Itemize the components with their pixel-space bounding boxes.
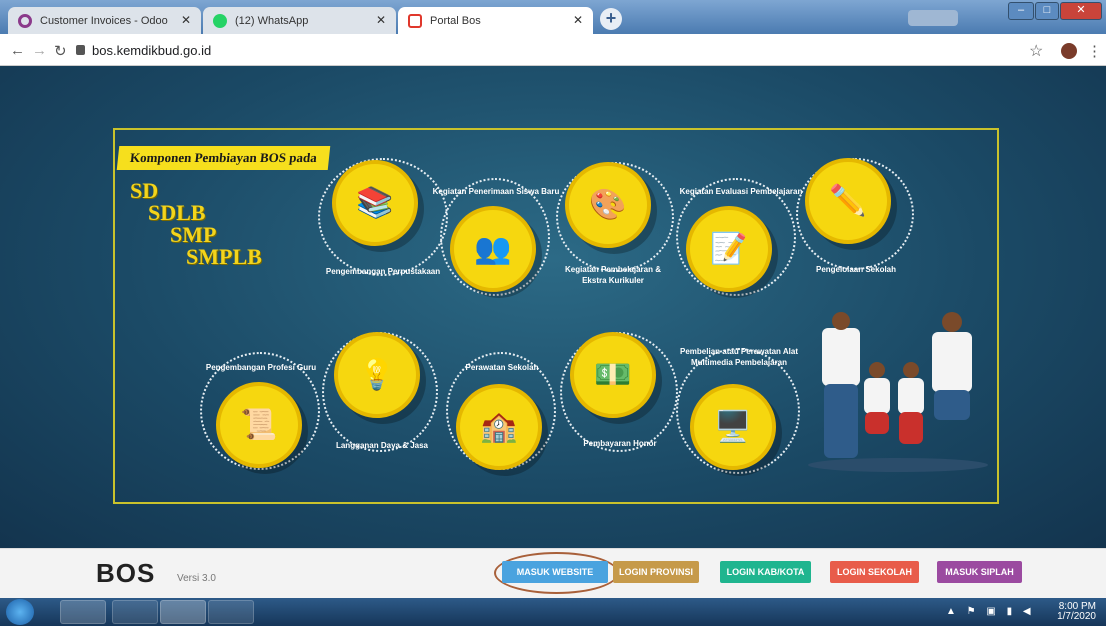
clock[interactable]: 8:00 PM 1/7/2020 <box>1057 602 1096 622</box>
student-figure <box>824 384 858 458</box>
computer-icon: 🖥️ <box>714 410 752 444</box>
item-circle: 🏫 <box>456 384 542 470</box>
item-circle: 📝 <box>686 206 772 292</box>
close-icon[interactable]: ✕ <box>573 13 583 27</box>
bos-logo: BOS <box>96 558 155 589</box>
tab-label: Portal Bos <box>430 14 481 27</box>
page-banner-area: Komponen Pembiayan BOS pada SD SDLB SMP … <box>0 66 1106 548</box>
item-circle: 💡 <box>334 332 420 418</box>
item-label: Pembayaran Honor <box>583 439 657 448</box>
browser-tab-bar: Customer Invoices - Odoo ✕ (12) WhatsApp… <box>0 0 1106 34</box>
maximize-button[interactable]: □ <box>1035 2 1059 20</box>
item-circle: ✏️ <box>805 158 891 244</box>
avatar[interactable] <box>1061 43 1077 59</box>
close-icon[interactable]: ✕ <box>376 13 386 27</box>
url-field[interactable]: bos.kemdikbud.go.id <box>92 43 211 58</box>
system-tray-icons[interactable]: ▲ ⚑ ▣ ▮ ◀ <box>946 606 1035 617</box>
student-head <box>869 362 885 378</box>
window-controls: – □ ✕ <box>1008 2 1102 20</box>
tab-portal-bos[interactable]: Portal Bos ✕ <box>398 7 593 34</box>
windows-taskbar: ▲ ⚑ ▣ ▮ ◀ 8:00 PM 1/7/2020 <box>0 598 1106 626</box>
start-button[interactable] <box>6 599 34 625</box>
logo-text: BOS <box>96 558 156 588</box>
masuk-website-button[interactable]: MASUK WEBSITE <box>502 561 608 583</box>
item-label: Pengembangan Perpustakaan <box>325 267 441 276</box>
forward-arrow-icon[interactable]: → <box>32 42 47 59</box>
back-arrow-icon[interactable]: ← <box>10 42 25 59</box>
ground-shadow <box>808 458 988 472</box>
reload-icon[interactable]: ↻ <box>54 42 67 60</box>
login-kabkota-button[interactable]: LOGIN KAB/KOTA <box>720 561 811 583</box>
lightbulb-icon: 💡 <box>358 358 396 392</box>
item-circle: 📜 <box>216 382 302 468</box>
item-circle: 👥 <box>450 206 536 292</box>
item-label: Perawatan Sekolah <box>465 363 539 372</box>
chrome-icon[interactable] <box>160 600 206 624</box>
student-head <box>903 362 919 378</box>
student-head <box>942 312 962 332</box>
student-figure <box>934 390 970 420</box>
item-circle: 🖥️ <box>690 384 776 470</box>
student-figure <box>822 328 860 386</box>
menu-kebab-icon[interactable]: ⋮ <box>1087 42 1102 60</box>
palette-icon: 🎨 <box>589 188 627 222</box>
media-player-icon[interactable] <box>112 600 158 624</box>
whatsapp-icon <box>213 13 227 28</box>
level-smplb: SMPLB <box>186 244 262 269</box>
login-provinsi-button[interactable]: LOGIN PROVINSI <box>613 561 699 583</box>
tab-label: Customer Invoices - Odoo <box>40 14 168 27</box>
item-label: Pengembangan Profesi Guru <box>205 363 317 372</box>
profile-chip <box>908 10 958 26</box>
bookmark-star-icon[interactable]: ☆ <box>1029 41 1043 61</box>
item-label: Kegiatan Evaluasi Pembelajaran <box>679 187 803 196</box>
item-circle: 💵 <box>570 332 656 418</box>
student-figure <box>932 332 972 392</box>
certificate-icon: 📜 <box>240 408 278 442</box>
students-icon: 👥 <box>474 232 512 266</box>
portal-footer: BOS Versi 3.0 MASUK WEBSITE LOGIN PROVIN… <box>0 548 1106 598</box>
money-icon: 💵 <box>594 358 632 392</box>
item-circle: 📚 <box>332 160 418 246</box>
stationery-icon: ✏️ <box>829 184 867 218</box>
tab-whatsapp[interactable]: (12) WhatsApp ✕ <box>203 7 396 34</box>
item-circle: 🎨 <box>565 162 651 248</box>
tab-odoo[interactable]: Customer Invoices - Odoo ✕ <box>8 7 201 34</box>
lock-icon <box>76 45 85 55</box>
file-explorer-icon[interactable] <box>60 600 106 624</box>
odoo-icon <box>18 13 32 28</box>
masuk-siplah-button[interactable]: MASUK SIPLAH <box>937 561 1022 583</box>
item-label: Langganan Daya & Jasa <box>335 441 429 450</box>
banner-title: Komponen Pembiayan BOS pada <box>116 146 331 170</box>
address-bar: ← → ↻ bos.kemdikbud.go.id ☆ ⋮ <box>0 34 1106 66</box>
bos-favicon-icon <box>408 13 422 28</box>
item-label: Pembelian atau Perawatan Alat Multimedia… <box>680 347 798 367</box>
books-icon: 📚 <box>356 186 394 220</box>
word-icon[interactable] <box>208 600 254 624</box>
student-figure <box>865 412 889 434</box>
student-figure <box>898 378 924 414</box>
clock-date: 1/7/2020 <box>1057 611 1096 622</box>
student-figure <box>899 412 923 444</box>
exam-icon: 📝 <box>710 232 748 266</box>
item-label: Kegiatan Pembelajaran & Ekstra Kurikuler <box>564 265 662 285</box>
tab-label: (12) WhatsApp <box>235 14 309 27</box>
minimize-button[interactable]: – <box>1008 2 1034 20</box>
close-icon[interactable]: ✕ <box>181 13 191 27</box>
version-label: Versi 3.0 <box>177 573 216 584</box>
item-label: Pengelolaan Sekolah <box>815 265 897 274</box>
student-head <box>832 312 850 330</box>
school-icon: 🏫 <box>480 410 518 444</box>
login-sekolah-button[interactable]: LOGIN SEKOLAH <box>830 561 919 583</box>
student-figure <box>864 378 890 414</box>
item-label: Kegiatan Penerimaan Siswa Baru <box>432 187 560 196</box>
close-window-button[interactable]: ✕ <box>1060 2 1102 20</box>
new-tab-button[interactable]: + <box>600 8 622 30</box>
